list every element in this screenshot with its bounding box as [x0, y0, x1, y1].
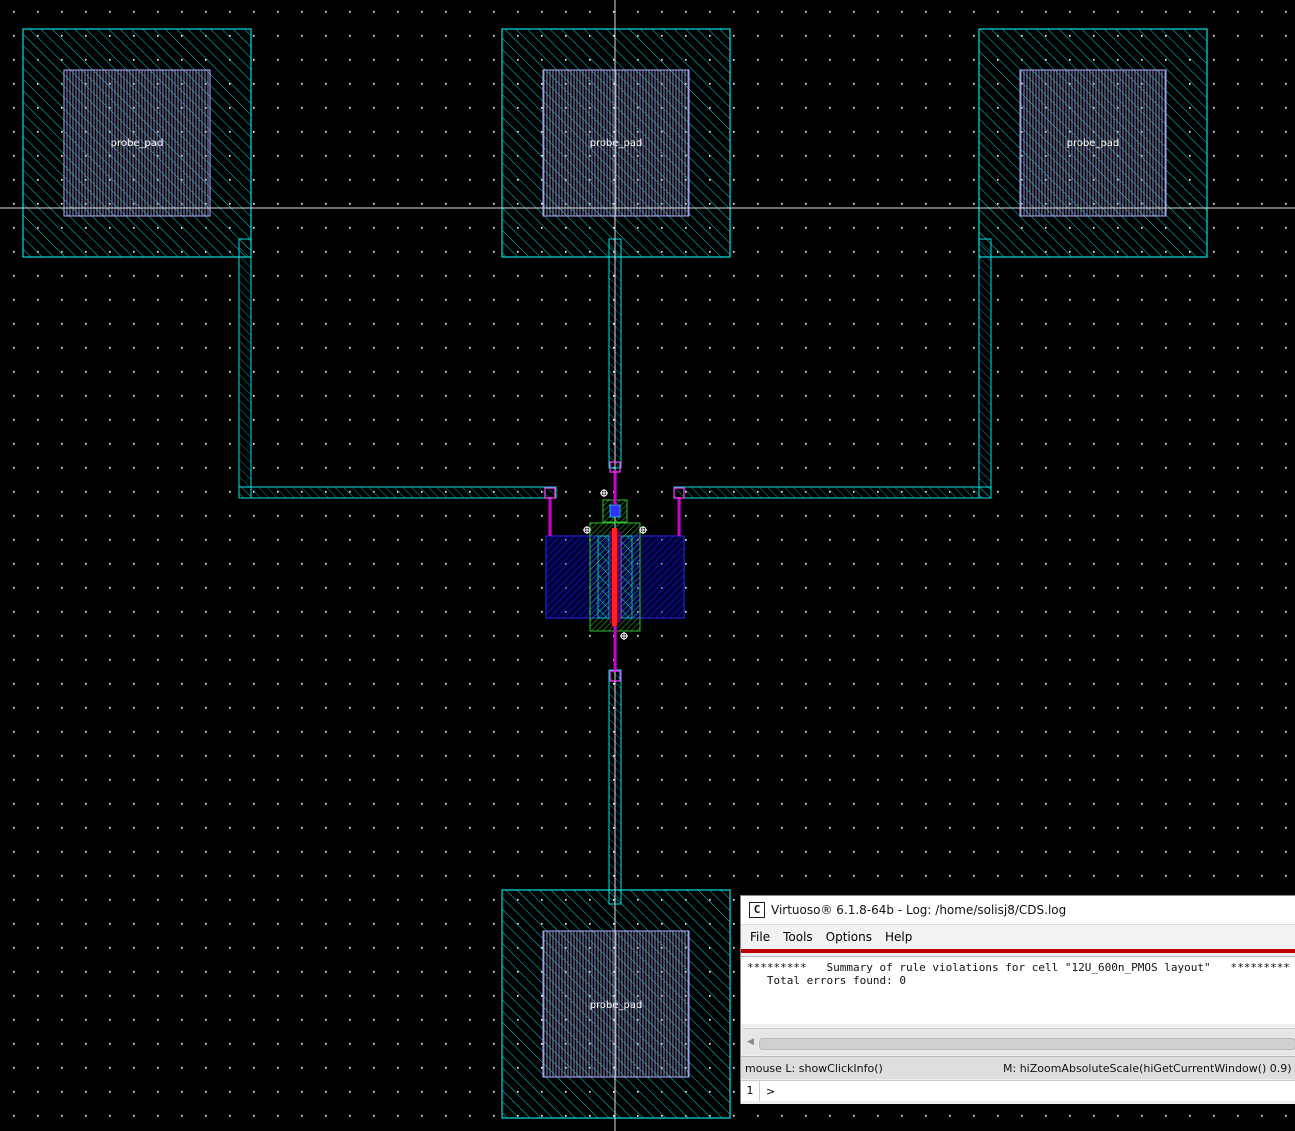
status-middle-binding: M: hiZoomAbsoluteScale(hiGetCurrentWindo…	[1003, 1061, 1292, 1075]
horizontal-scrollbar[interactable]: ◀	[743, 1028, 1295, 1055]
status-left-binding: mouse L: showClickInfo()	[745, 1061, 883, 1075]
pad-label: probe_pad	[1067, 138, 1120, 149]
probe-pad: probe_pad	[501, 889, 731, 1119]
log-window-titlebar[interactable]: C Virtuoso® 6.1.8-64b - Log: /home/solis…	[741, 896, 1295, 925]
pad-label: probe_pad	[111, 138, 164, 149]
command-number: 1	[741, 1081, 760, 1101]
scrollbar-thumb[interactable]	[759, 1038, 1295, 1050]
pad-label: probe_pad	[590, 138, 643, 149]
log-output[interactable]: ********* Summary of rule violations for…	[741, 956, 1295, 1024]
mouse-status-bar: mouse L: showClickInfo() M: hiZoomAbsolu…	[741, 1056, 1295, 1079]
menu-file[interactable]: File	[750, 930, 770, 944]
menu-bar: File Tools Options Help	[741, 925, 1295, 953]
virtuoso-app-icon: C	[749, 902, 765, 918]
menu-options[interactable]: Options	[826, 930, 872, 944]
probe-pad: probe_pad	[501, 28, 731, 258]
menu-help[interactable]: Help	[885, 930, 912, 944]
log-line: ********* Summary of rule violations for…	[747, 961, 1291, 974]
log-window[interactable]: C Virtuoso® 6.1.8-64b - Log: /home/solis…	[740, 895, 1295, 1104]
probe-pad: probe_pad	[22, 28, 252, 258]
log-line: Total errors found: 0	[747, 974, 906, 987]
probe-pad: probe_pad	[978, 28, 1208, 258]
pad-label: probe_pad	[590, 1000, 643, 1011]
menu-tools[interactable]: Tools	[783, 930, 813, 944]
command-line[interactable]: 1 >	[741, 1080, 1295, 1101]
scroll-left-icon[interactable]: ◀	[747, 1037, 754, 1047]
log-window-title: Virtuoso® 6.1.8-64b - Log: /home/solisj8…	[771, 903, 1067, 917]
command-prompt: >	[766, 1084, 776, 1098]
